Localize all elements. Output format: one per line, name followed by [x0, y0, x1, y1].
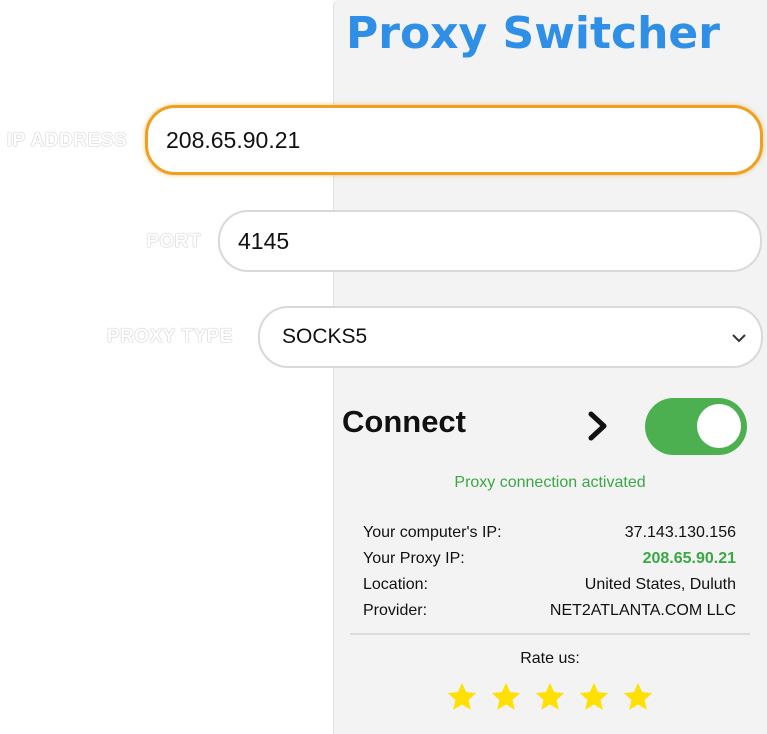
star-icon[interactable] [533, 680, 567, 719]
info-key: Provider: [363, 602, 428, 619]
info-value: 37.143.130.156 [624, 524, 736, 541]
ip-address-label: IP ADDRESS [6, 130, 127, 151]
star-icon[interactable] [489, 680, 523, 719]
info-value: 208.65.90.21 [642, 550, 736, 567]
rate-us-label: Rate us: [520, 650, 580, 667]
info-value: United States, Duluth [584, 576, 736, 593]
connect-label: Connect [342, 404, 466, 439]
divider [350, 633, 750, 635]
chevron-down-icon [731, 325, 747, 349]
connection-status: Proxy connection activated [454, 474, 646, 491]
port-value: 4145 [238, 227, 290, 254]
star-icon[interactable] [621, 680, 655, 719]
star-icon[interactable] [445, 680, 479, 719]
chevron-right-icon [586, 410, 610, 447]
app-title: Proxy Switcher [346, 8, 720, 59]
connect-toggle[interactable] [645, 398, 747, 455]
info-key: Your Proxy IP: [363, 550, 465, 567]
port-label: PORT [146, 231, 201, 252]
info-key: Your computer's IP: [363, 524, 502, 541]
star-icon[interactable] [577, 680, 611, 719]
proxy-type-select[interactable]: SOCKS5 [258, 306, 763, 368]
info-value: NET2ATLANTA.COM LLC [549, 602, 736, 619]
toggle-knob [697, 404, 741, 448]
proxy-type-value: SOCKS5 [282, 325, 368, 348]
port-input[interactable]: 4145 [218, 210, 762, 272]
ip-address-input[interactable]: 208.65.90.21 [145, 105, 763, 175]
proxy-type-label: PROXY TYPE [106, 326, 233, 347]
info-key: Location: [363, 576, 428, 593]
ip-address-value: 208.65.90.21 [166, 126, 301, 153]
